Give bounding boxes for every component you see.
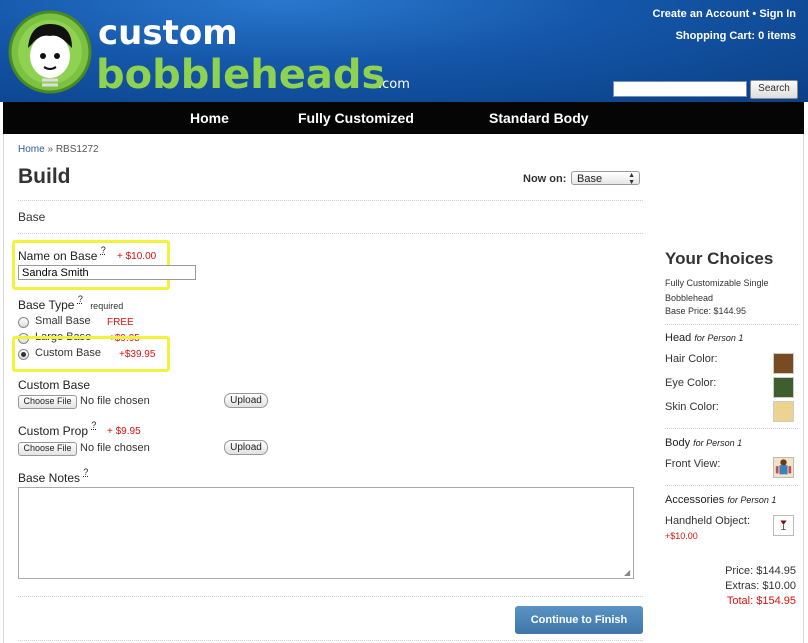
- base-price: Base Price: $144.95: [665, 306, 747, 316]
- base-notes-textarea[interactable]: [18, 487, 634, 579]
- link-separator: •: [752, 8, 757, 20]
- create-account-link[interactable]: Create an Account: [653, 8, 750, 20]
- now-on-label: Now on:: [523, 173, 567, 185]
- grand-total: Total: $154.95: [726, 595, 796, 607]
- divider: [665, 485, 798, 486]
- divider: [18, 233, 643, 234]
- hair-color-label: Hair Color:: [665, 353, 718, 365]
- required-note: required: [90, 301, 124, 311]
- now-on-value: Base: [577, 173, 603, 185]
- name-on-base-price: + $10.00: [117, 251, 157, 262]
- breadcrumb-current: RBS1272: [55, 144, 99, 155]
- custom-base-price: +$39.95: [119, 349, 156, 360]
- logo-word-custom: custom: [98, 13, 238, 53]
- nav-home[interactable]: Home: [190, 110, 229, 126]
- help-icon[interactable]: ?: [83, 467, 88, 477]
- shopping-cart-link[interactable]: Shopping Cart: 0 items: [676, 30, 796, 42]
- small-base-label: Small Base: [35, 315, 91, 327]
- skin-color-label: Skin Color:: [665, 401, 719, 413]
- custom-prop-price: + $9.95: [107, 426, 141, 437]
- product-name: Fully Customizable Single Bobblehead: [665, 278, 769, 303]
- breadcrumb: Home » RBS1272: [18, 144, 99, 155]
- your-choices-title: Your Choices: [665, 249, 774, 268]
- upload-button[interactable]: Upload: [224, 393, 268, 408]
- body-person: for Person 1: [693, 438, 743, 448]
- section-label: Base: [18, 210, 46, 224]
- account-links: Create an Account • Sign In: [653, 8, 796, 20]
- now-on-select[interactable]: Base ▲ ▼: [571, 171, 640, 186]
- page-title: Build: [18, 165, 71, 188]
- help-icon[interactable]: ?: [91, 420, 96, 430]
- small-base-price: FREE: [107, 317, 134, 328]
- name-on-base-label: Name on Base ?: [18, 245, 106, 263]
- custom-prop-label-text: Custom Prop: [18, 424, 89, 438]
- price-total: Price: $144.95: [725, 565, 796, 577]
- divider: [665, 324, 798, 325]
- body-section-title: Body for Person 1: [665, 437, 742, 449]
- site-logo[interactable]: custom bobbleheads .com: [6, 6, 426, 98]
- custom-prop-label: Custom Prop ?: [18, 420, 96, 438]
- search-input[interactable]: [613, 81, 747, 97]
- base-type-label: Base Type ? required: [18, 294, 124, 312]
- continue-to-finish-button[interactable]: Continue to Finish: [515, 606, 643, 634]
- body-label: Body: [665, 437, 691, 449]
- upload-button[interactable]: Upload: [224, 440, 268, 455]
- nav-standard-body[interactable]: Standard Body: [489, 110, 589, 126]
- custom-base-label: Custom Base: [35, 347, 102, 359]
- base-notes-label-text: Base Notes: [18, 471, 81, 485]
- hair-color-swatch: [773, 353, 794, 374]
- accessories-section-title: Accessories for Person 1: [665, 494, 776, 506]
- help-icon[interactable]: ?: [78, 294, 83, 304]
- extras-total: Extras: $10.00: [725, 580, 796, 592]
- name-on-base-label-text: Name on Base: [18, 249, 98, 263]
- sign-in-link[interactable]: Sign In: [759, 8, 796, 20]
- divider: [18, 200, 643, 201]
- base-notes-label: Base Notes ?: [18, 467, 88, 485]
- main-nav: Home Fully Customized Standard Body: [3, 102, 804, 134]
- breadcrumb-separator: »: [47, 144, 54, 155]
- radio-small-base[interactable]: [18, 317, 29, 328]
- file-status: No file chosen: [80, 395, 150, 407]
- select-arrows-icon: ▲ ▼: [628, 172, 635, 186]
- front-view-label: Front View:: [665, 458, 721, 470]
- logo-word-bobbleheads: bobbleheads: [96, 52, 385, 98]
- eye-color-label: Eye Color:: [665, 377, 717, 389]
- handheld-object-price: +$10.00: [665, 531, 698, 541]
- divider: [18, 596, 643, 597]
- search-button[interactable]: Search: [750, 80, 798, 99]
- breadcrumb-home[interactable]: Home: [18, 144, 45, 155]
- name-on-base-input[interactable]: [18, 265, 196, 280]
- choose-file-button[interactable]: Choose File: [18, 442, 77, 456]
- help-icon[interactable]: ?: [101, 245, 106, 255]
- divider: [18, 640, 643, 641]
- head-person: for Person 1: [694, 333, 744, 343]
- handheld-object-label: Handheld Object:: [665, 515, 750, 527]
- accessories-label: Accessories: [665, 494, 725, 506]
- site-header: custom bobbleheads .com Create an Accoun…: [0, 0, 808, 102]
- front-view-thumbnail[interactable]: [773, 457, 794, 478]
- accessories-person: for Person 1: [727, 495, 777, 505]
- logo-suffix: .com: [378, 77, 410, 92]
- divider: [665, 428, 798, 429]
- eye-color-swatch: [773, 377, 794, 398]
- head-section-title: Head for Person 1: [665, 332, 743, 344]
- nav-fully-customized[interactable]: Fully Customized: [298, 110, 414, 126]
- radio-custom-base[interactable]: [18, 349, 29, 360]
- skin-color-swatch: [773, 401, 794, 422]
- head-label: Head: [665, 332, 692, 344]
- wine-glass-icon[interactable]: [773, 515, 794, 536]
- custom-base-upload-label: Custom Base: [18, 378, 91, 392]
- file-status: No file chosen: [80, 442, 150, 454]
- choose-file-button[interactable]: Choose File: [18, 395, 77, 409]
- base-type-label-text: Base Type: [18, 298, 75, 312]
